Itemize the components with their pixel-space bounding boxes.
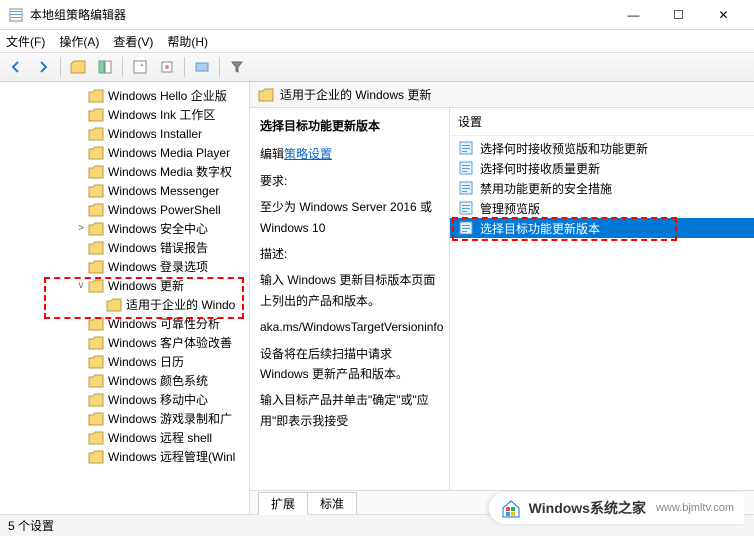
detail-title: 选择目标功能更新版本 (260, 116, 439, 136)
setting-item[interactable]: 选择目标功能更新版本 (450, 218, 754, 238)
tree-item[interactable]: Windows 错误报告 (2, 238, 249, 257)
detail-column: 选择目标功能更新版本 编辑策略设置 要求: 至少为 Windows Server… (250, 108, 450, 490)
app-icon (8, 7, 24, 23)
watermark-brand: Windows系统之家 (529, 498, 646, 518)
menu-action[interactable]: 操作(A) (59, 33, 99, 50)
content-header-title: 适用于企业的 Windows 更新 (280, 86, 431, 103)
tree-pane[interactable]: Windows Hello 企业版Windows Ink 工作区Windows … (0, 82, 250, 514)
tree-item[interactable]: Windows 颜色系统 (2, 371, 249, 390)
window-title: 本地组策略编辑器 (30, 6, 611, 23)
tab-standard[interactable]: 标准 (307, 492, 357, 514)
settings-column: 设置 选择何时接收预览版和功能更新选择何时接收质量更新禁用功能更新的安全措施管理… (450, 108, 754, 490)
tree-item[interactable]: 适用于企业的 Windo (2, 295, 249, 314)
toolbar (0, 52, 754, 82)
minimize-button[interactable]: — (611, 0, 656, 30)
tree-item[interactable]: Windows Installer (2, 124, 249, 143)
desc-2: aka.ms/WindowsTargetVersioninfo (260, 317, 439, 337)
tree-item[interactable]: Windows 日历 (2, 352, 249, 371)
properties-button[interactable] (128, 55, 152, 79)
tree-item[interactable]: Windows 游戏录制和广 (2, 409, 249, 428)
watermark-house-icon (499, 496, 523, 520)
tree-item[interactable]: Windows 客户体验改善 (2, 333, 249, 352)
menu-view[interactable]: 查看(V) (113, 33, 153, 50)
back-button[interactable] (4, 55, 28, 79)
content-header: 适用于企业的 Windows 更新 (250, 82, 754, 108)
show-hide-button[interactable] (93, 55, 117, 79)
requirements-heading: 要求: (260, 171, 439, 191)
description-heading: 描述: (260, 244, 439, 264)
settings-header: 设置 (450, 108, 754, 136)
tree-item[interactable]: >Windows 安全中心 (2, 219, 249, 238)
tree-item[interactable]: Windows Media 数字权 (2, 162, 249, 181)
titlebar: 本地组策略编辑器 — ☐ ✕ (0, 0, 754, 30)
tab-extended[interactable]: 扩展 (258, 492, 308, 515)
menubar: 文件(F) 操作(A) 查看(V) 帮助(H) (0, 30, 754, 52)
tree-item[interactable]: Windows 可靠性分析 (2, 314, 249, 333)
folder-icon (258, 88, 274, 102)
tree-item[interactable]: Windows 登录选项 (2, 257, 249, 276)
setting-item[interactable]: 禁用功能更新的安全措施 (450, 178, 754, 198)
refresh-button[interactable] (155, 55, 179, 79)
maximize-button[interactable]: ☐ (656, 0, 701, 30)
status-text: 5 个设置 (8, 517, 54, 534)
main-area: Windows Hello 企业版Windows Ink 工作区Windows … (0, 82, 754, 514)
tree-item[interactable]: Windows PowerShell (2, 200, 249, 219)
tree-item[interactable]: Windows Hello 企业版 (2, 86, 249, 105)
filter-button[interactable] (225, 55, 249, 79)
tree-item[interactable]: Windows Media Player (2, 143, 249, 162)
requirements-text: 至少为 Windows Server 2016 或 Windows 10 (260, 197, 439, 238)
forward-button[interactable] (31, 55, 55, 79)
up-button[interactable] (66, 55, 90, 79)
policy-settings-link[interactable]: 策略设置 (284, 147, 332, 161)
edit-label: 编辑 (260, 147, 284, 161)
tree-item[interactable]: Windows Messenger (2, 181, 249, 200)
settings-list: 选择何时接收预览版和功能更新选择何时接收质量更新禁用功能更新的安全措施管理预览版… (450, 136, 754, 490)
desc-3: 设备将在后续扫描中请求 Windows 更新产品和版本。 (260, 344, 439, 385)
content-pane: 适用于企业的 Windows 更新 选择目标功能更新版本 编辑策略设置 要求: … (250, 82, 754, 514)
close-button[interactable]: ✕ (701, 0, 746, 30)
watermark-url: www.bjmltv.com (656, 502, 734, 514)
menu-file[interactable]: 文件(F) (6, 33, 45, 50)
tree-item[interactable]: Windows 远程 shell (2, 428, 249, 447)
desc-1: 输入 Windows 更新目标版本页面上列出的产品和版本。 (260, 270, 439, 311)
tree-item[interactable]: Windows 远程管理(Winl (2, 447, 249, 466)
menu-help[interactable]: 帮助(H) (167, 33, 208, 50)
tree-item[interactable]: vWindows 更新 (2, 276, 249, 295)
watermark: Windows系统之家 www.bjmltv.com (489, 492, 744, 524)
setting-item[interactable]: 选择何时接收质量更新 (450, 158, 754, 178)
setting-item[interactable]: 管理预览版 (450, 198, 754, 218)
export-button[interactable] (190, 55, 214, 79)
tree-item[interactable]: Windows Ink 工作区 (2, 105, 249, 124)
setting-item[interactable]: 选择何时接收预览版和功能更新 (450, 138, 754, 158)
tree-item[interactable]: Windows 移动中心 (2, 390, 249, 409)
desc-4: 输入目标产品并单击"确定"或"应用"即表示我接受 (260, 390, 439, 431)
